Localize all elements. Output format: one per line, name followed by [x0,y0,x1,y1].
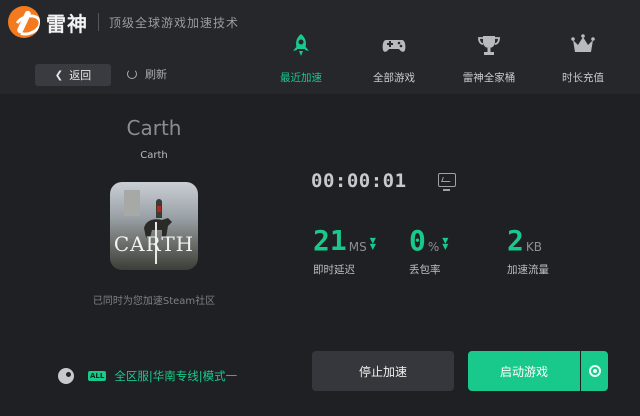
traffic-unit: KB [525,240,542,254]
latency-label: 即时延迟 [313,264,355,276]
back-button-label: 返回 [69,69,92,82]
monitor-icon[interactable] [438,173,456,191]
launch-settings-button[interactable] [581,351,608,391]
tab-recent-accelerate[interactable]: 最近加速 [261,32,341,85]
packet-loss-unit: % [427,240,440,254]
logo-divider [98,13,99,31]
stop-button-label: 停止加速 [358,364,407,379]
stat-packet-loss: 0% ▼ ▼ 丢包率 [409,226,448,277]
refresh-icon [127,69,137,79]
down-arrows-icon: ▼ ▼ [369,236,376,251]
traffic-value: 2 [507,224,524,257]
traffic-label: 加速流量 [507,264,549,276]
latency-value: 21 [313,224,347,257]
rocket-icon [293,34,309,56]
leishen-logo-icon [8,6,40,38]
all-region-badge: ALL [88,371,107,381]
session-timer: 00:00:01 [311,170,407,192]
packet-loss-value: 0 [409,224,426,257]
app-slogan: 顶级全球游戏加速技术 [109,15,240,30]
steam-community-note: 已同时为您加速Steam社区 [92,296,216,307]
start-game-button[interactable]: 启动游戏 [468,351,580,391]
crown-icon [571,34,595,52]
stop-accelerate-button[interactable]: 停止加速 [312,351,454,391]
tab-family-bundle[interactable]: 雷神全家桶 [449,32,529,85]
tab-recent-label: 最近加速 [280,72,322,84]
tab-family-label: 雷神全家桶 [462,72,516,84]
top-header: 雷神 顶级全球游戏加速技术 ❮ 返回 刷新 最近加速 全部游戏 雷神全家桶 时长… [0,0,640,94]
down-arrows-icon: ▼ ▼ [442,236,449,251]
tab-all-games-label: 全部游戏 [373,72,415,84]
route-info: ALL 全区服|华南专线|模式一 [58,368,237,384]
cover-title-text: CARTH [113,232,195,256]
gamepad-icon [382,40,406,52]
tab-time-recharge[interactable]: 时长充值 [543,32,623,85]
app-logo: 雷神 顶级全球游戏加速技术 [8,6,239,38]
refresh-label: 刷新 [145,68,167,81]
route-selector[interactable]: 全区服|华南专线|模式一 [114,368,237,384]
gear-icon [588,365,601,377]
app-name: 雷神 [46,11,88,36]
packet-loss-label: 丢包率 [409,264,441,276]
tab-recharge-label: 时长充值 [562,72,604,84]
steam-icon [58,368,74,384]
tab-all-games[interactable]: 全部游戏 [354,32,434,85]
trophy-icon [478,36,500,55]
stat-traffic: 2 KB 加速流量 [507,226,549,277]
start-button-label: 启动游戏 [499,364,548,379]
latency-unit: MS [348,240,367,254]
chevron-left-icon: ❮ [54,69,64,81]
game-title: Carth [126,116,182,140]
back-button[interactable]: ❮ 返回 [35,64,111,86]
game-subtitle: Carth [140,150,168,161]
stat-latency: 21 MS ▼ ▼ 即时延迟 [313,226,376,277]
game-cover-image: CARTH [110,182,198,270]
refresh-button[interactable]: 刷新 [127,66,167,82]
